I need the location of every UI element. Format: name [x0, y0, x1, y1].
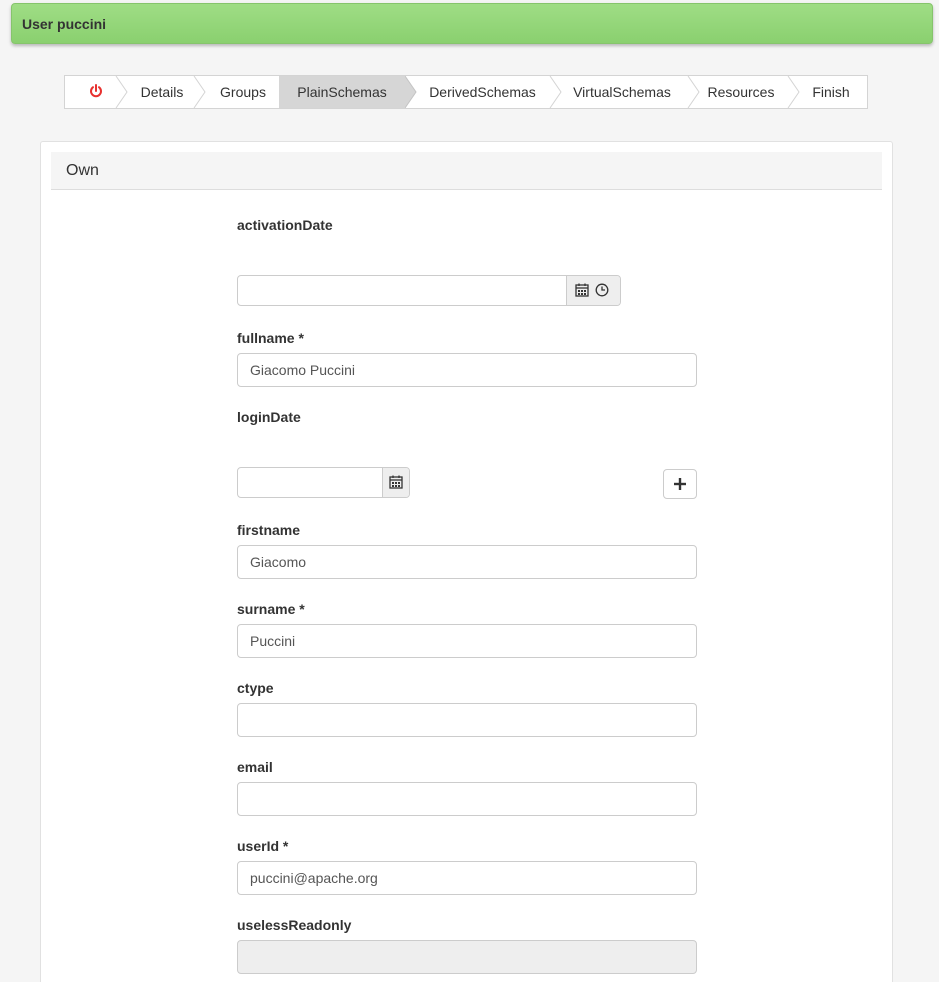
email-input[interactable]: [237, 782, 697, 816]
step-separator-icon: [193, 76, 206, 108]
surname-label: surname *: [237, 601, 305, 617]
wizard-step-power[interactable]: [65, 76, 119, 108]
fullname-input[interactable]: [237, 353, 697, 387]
activation-date-picker[interactable]: [237, 275, 621, 306]
step-separator-icon: [687, 76, 700, 108]
panel-title: Own: [66, 162, 99, 179]
page-header: User puccini: [11, 3, 933, 44]
email-label: email: [237, 759, 273, 775]
login-date-label: loginDate: [237, 409, 301, 425]
wizard-step-groups[interactable]: Groups: [207, 76, 279, 108]
add-login-date-button[interactable]: [663, 469, 697, 499]
surname-input[interactable]: [237, 624, 697, 658]
useless-readonly-label: uselessReadonly: [237, 917, 352, 933]
userid-label: userId *: [237, 838, 289, 854]
wizard-steps: Details Groups PlainSchemas DerivedSchem…: [64, 75, 868, 109]
fullname-label: fullname *: [237, 330, 304, 346]
calendar-icon[interactable]: [389, 475, 403, 489]
wizard-step-derivedschemas[interactable]: DerivedSchemas: [415, 76, 550, 108]
activation-date-addon[interactable]: [566, 276, 620, 305]
power-icon: [90, 84, 102, 98]
wizard-step-resources[interactable]: Resources: [701, 76, 781, 108]
panel-heading: Own: [51, 152, 882, 190]
wizard-step-plainschemas[interactable]: PlainSchemas: [279, 76, 405, 108]
firstname-label: firstname: [237, 522, 301, 538]
wizard-step-finish[interactable]: Finish: [799, 76, 863, 108]
activation-date-label: activationDate: [237, 217, 333, 233]
login-date-picker[interactable]: [237, 467, 410, 498]
ctype-label: ctype: [237, 680, 274, 696]
firstname-input[interactable]: [237, 545, 697, 579]
page-title: User puccini: [22, 16, 107, 32]
calendar-icon[interactable]: [575, 283, 589, 297]
userid-input[interactable]: [237, 861, 697, 895]
ctype-input[interactable]: [237, 703, 697, 737]
clock-icon[interactable]: [595, 283, 609, 297]
wizard-step-virtualschemas[interactable]: VirtualSchemas: [561, 76, 683, 108]
plus-icon: [674, 478, 686, 490]
wizard-step-details[interactable]: Details: [127, 76, 197, 108]
useless-readonly-input: [237, 940, 697, 974]
login-date-addon[interactable]: [382, 468, 409, 497]
